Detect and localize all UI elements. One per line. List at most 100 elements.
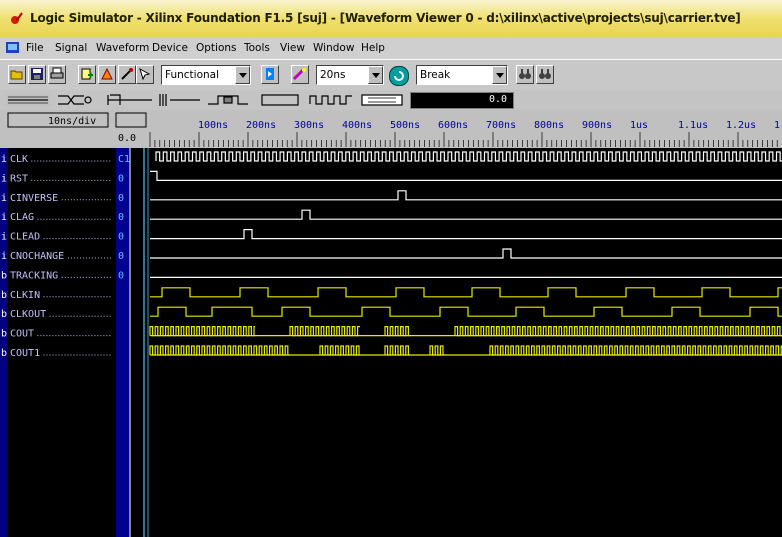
printer-icon xyxy=(50,67,64,79)
menu-waveform[interactable]: Waveform xyxy=(96,42,149,54)
scale-label: 10ns/div xyxy=(48,116,96,127)
simulate-long-button[interactable] xyxy=(389,66,409,86)
pulse-icon[interactable] xyxy=(208,95,248,105)
clock-wave-icon[interactable] xyxy=(309,95,352,105)
waveform-canvas[interactable]: 10ns/div 0.0 100ns 200ns 300ns 400ns 500ns 600n… xyxy=(0,110,782,537)
menu-view[interactable]: View xyxy=(280,42,305,54)
signal-io-type: b xyxy=(1,329,7,340)
signal-row[interactable]: b CLKOUT xyxy=(1,309,112,320)
cout-waveform xyxy=(454,326,782,337)
step-button[interactable] xyxy=(291,65,309,84)
step-icon xyxy=(293,67,306,81)
signal-row[interactable]: i CLAG 0 xyxy=(1,212,124,223)
find-next-button[interactable] xyxy=(536,65,554,84)
stimulator-icon xyxy=(101,67,113,80)
cout1-waveform xyxy=(429,345,445,356)
signal-io-type: b xyxy=(1,270,7,281)
menu-file[interactable]: File xyxy=(26,42,44,54)
rst-waveform xyxy=(150,170,782,181)
document-icon[interactable] xyxy=(6,41,20,54)
signal-name[interactable]: COUT xyxy=(10,329,34,340)
select-button[interactable] xyxy=(136,65,154,84)
menu-signal[interactable]: Signal xyxy=(55,42,87,54)
step-size-value: 20ns xyxy=(320,69,346,81)
ruler-tick-label: 1.1us xyxy=(678,120,708,131)
stimulator-button[interactable] xyxy=(98,65,116,84)
folder-open-icon xyxy=(10,70,23,80)
signal-value: 0 xyxy=(118,232,124,243)
signal-row[interactable]: i RST 0 xyxy=(1,173,124,184)
signal-name[interactable]: CLK xyxy=(10,154,28,165)
signal-name[interactable]: CLEAD xyxy=(10,232,40,243)
chevron-down-icon[interactable] xyxy=(368,66,383,84)
open-button[interactable] xyxy=(8,65,26,84)
cout1-waveform xyxy=(384,345,410,356)
cinverse-waveform xyxy=(150,190,782,201)
signal-value: 0 xyxy=(118,193,124,204)
signal-name[interactable]: TRACKING xyxy=(10,270,58,281)
time-display: 0.0 xyxy=(410,92,514,109)
signal-name[interactable]: CLKOUT xyxy=(10,309,46,320)
print-button[interactable] xyxy=(48,65,66,84)
window-title: Logic Simulator - Xilinx Foundation F1.5… xyxy=(30,11,741,25)
run-button[interactable] xyxy=(261,65,279,84)
rectangle-icon[interactable] xyxy=(261,94,299,106)
signal-name[interactable]: CINVERSE xyxy=(10,193,58,204)
signal-name[interactable]: CLKIN xyxy=(10,290,40,301)
signal-row[interactable]: b TRACKING 0 xyxy=(1,270,124,281)
signal-io-type: i xyxy=(1,212,7,223)
signal-row[interactable]: i CLEAD 0 xyxy=(1,232,124,243)
probe-button[interactable] xyxy=(118,65,136,84)
waveform-viewer[interactable]: 10ns/div 0.0 100ns 200ns 300ns 400ns 500ns 600n… xyxy=(0,110,782,537)
probe-icon xyxy=(121,68,133,80)
binoculars-next-icon xyxy=(539,69,551,79)
find-button[interactable] xyxy=(516,65,534,84)
signal-name[interactable]: COUT1 xyxy=(10,348,40,359)
signal-row[interactable]: i CINVERSE 0 xyxy=(1,193,124,204)
signal-row[interactable]: b COUT xyxy=(1,329,112,340)
add-signal-icon xyxy=(81,68,93,80)
chevron-down-icon[interactable] xyxy=(235,66,250,84)
clock-bracket-icon[interactable] xyxy=(107,94,152,105)
refresh-icon xyxy=(394,71,404,81)
signal-io-type: b xyxy=(1,348,7,359)
cout-waveform xyxy=(149,326,255,337)
ruler-tick-label: 1us xyxy=(630,120,648,131)
menu-tools[interactable]: Tools xyxy=(244,42,270,54)
signal-io-type: b xyxy=(1,290,7,301)
signal-row[interactable]: b CLKIN xyxy=(1,290,112,301)
marker-icon[interactable] xyxy=(159,94,200,106)
simulation-mode-select[interactable]: Functional xyxy=(161,65,251,85)
signal-name[interactable]: RST xyxy=(10,173,28,184)
hex-bus-icon[interactable] xyxy=(361,94,403,106)
io-column xyxy=(0,148,8,537)
signal-row[interactable]: i CNOCHANGE 0 xyxy=(1,251,124,262)
zoom-button[interactable] xyxy=(115,112,147,128)
menu-options[interactable]: Options xyxy=(196,42,237,54)
signal-row[interactable]: b COUT1 xyxy=(1,348,112,359)
signal-name[interactable]: CLAG xyxy=(10,212,34,223)
signal-io-type: i xyxy=(1,173,7,184)
waveform-toolbar: 0.0 xyxy=(0,90,782,111)
menu-device[interactable]: Device xyxy=(152,42,188,54)
ruler-tick-label: 600ns xyxy=(438,120,468,131)
floppy-disk-icon xyxy=(31,68,43,80)
bus-icon[interactable] xyxy=(6,94,50,106)
break-select[interactable]: Break xyxy=(416,65,508,85)
signal-row[interactable]: i CLK C1 xyxy=(1,154,130,165)
chevron-down-icon[interactable] xyxy=(492,66,507,84)
cnochange-waveform xyxy=(150,248,782,259)
bus-cross-icon[interactable] xyxy=(58,95,92,105)
ruler-tick-label: 100ns xyxy=(198,120,228,131)
cout-waveform xyxy=(289,326,360,337)
signal-io-type: i xyxy=(1,251,7,262)
save-button[interactable] xyxy=(28,65,46,84)
menu-window[interactable]: Window xyxy=(313,42,354,54)
signal-io-type: i xyxy=(1,232,7,243)
ruler-tick-label: 400ns xyxy=(342,120,372,131)
add-signals-button[interactable] xyxy=(78,65,96,84)
step-size-select[interactable]: 20ns xyxy=(316,65,384,85)
break-value: Break xyxy=(420,69,451,81)
signal-name[interactable]: CNOCHANGE xyxy=(10,251,64,262)
menu-help[interactable]: Help xyxy=(361,42,385,54)
